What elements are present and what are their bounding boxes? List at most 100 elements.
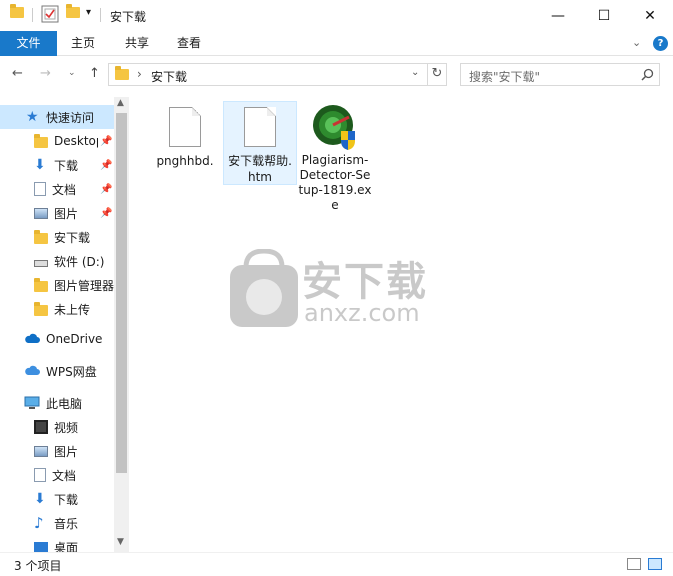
watermark-subtitle: anxz.com bbox=[304, 299, 420, 327]
desktop-icon bbox=[34, 542, 48, 552]
sidebar-item-label: 下载 bbox=[54, 158, 79, 173]
download-icon: ⬇ bbox=[34, 157, 46, 173]
sidebar-item-label: 未上传 bbox=[54, 302, 91, 317]
search-input[interactable]: 搜索"安下载" bbox=[469, 68, 540, 85]
collapse-ribbon-icon[interactable]: ⌄ bbox=[632, 36, 641, 49]
sidebar-item-label: 音乐 bbox=[54, 516, 79, 531]
tab-view[interactable]: 查看 bbox=[166, 31, 212, 56]
sidebar-item-wps-cloud[interactable]: WPS网盘 bbox=[0, 359, 114, 383]
sidebar-item-label: OneDrive bbox=[46, 332, 103, 346]
sidebar-item-label: 安下载 bbox=[54, 230, 91, 245]
back-arrow-icon[interactable]: ← bbox=[12, 66, 23, 81]
large-icons-view-icon[interactable] bbox=[648, 558, 662, 570]
cloud-icon bbox=[24, 332, 40, 346]
sidebar-item-pictures[interactable]: 图片 📌 bbox=[0, 201, 114, 225]
file-item[interactable]: pnghhbd. bbox=[148, 105, 222, 169]
sidebar-item-desktop[interactable]: Desktop 📌 bbox=[0, 129, 114, 153]
customize-toolbar-icon[interactable]: ▾ bbox=[86, 7, 91, 18]
sidebar-item-pictures-pc[interactable]: 图片 bbox=[0, 439, 114, 463]
folder-icon bbox=[34, 230, 48, 244]
address-dropdown-icon[interactable]: ⌄ bbox=[411, 67, 419, 78]
document-icon bbox=[34, 468, 46, 482]
file-name: pnghhbd. bbox=[156, 154, 214, 168]
address-bar[interactable]: › 安下载 ⌄ bbox=[108, 63, 428, 86]
folder-icon bbox=[34, 134, 48, 148]
maximize-button[interactable]: ☐ bbox=[581, 0, 627, 31]
sidebar-item-anxz[interactable]: 安下载 bbox=[0, 225, 114, 249]
pin-icon: 📌 bbox=[100, 207, 113, 219]
sidebar-item-downloads-pc[interactable]: ⬇ 下载 bbox=[0, 487, 114, 511]
sidebar-item-drive-d[interactable]: 软件 (D:) bbox=[0, 249, 114, 273]
wps-cloud-icon bbox=[24, 364, 40, 378]
minimize-button[interactable]: — bbox=[535, 0, 581, 31]
folder-icon bbox=[10, 4, 24, 18]
details-view-icon[interactable] bbox=[627, 558, 641, 570]
sidebar-item-label: 图片 bbox=[54, 206, 79, 221]
installer-icon bbox=[313, 105, 355, 150]
sidebar-item-quick-access[interactable]: ★ 快速访问 bbox=[0, 105, 114, 129]
properties-icon[interactable] bbox=[41, 5, 59, 23]
tab-share[interactable]: 共享 bbox=[114, 31, 160, 56]
sidebar-item-picture-manager[interactable]: 图片管理器 bbox=[0, 273, 114, 297]
sidebar-item-documents[interactable]: 文档 📌 bbox=[0, 177, 114, 201]
download-icon: ⬇ bbox=[34, 491, 46, 507]
sidebar-item-label: Desktop bbox=[54, 134, 98, 148]
shield-logo-icon bbox=[230, 249, 298, 327]
sidebar-item-onedrive[interactable]: OneDrive bbox=[0, 327, 114, 351]
sidebar-item-not-uploaded[interactable]: 未上传 bbox=[0, 297, 114, 321]
sidebar-item-label: 桌面 bbox=[54, 540, 79, 553]
sidebar-scrollbar[interactable]: ▲ ▼ bbox=[114, 97, 129, 552]
drive-icon bbox=[34, 259, 48, 267]
watermark: 安下载 anxz.com bbox=[228, 245, 448, 331]
up-arrow-icon[interactable]: ↑ bbox=[89, 66, 100, 81]
status-bar: 3 个项目 bbox=[0, 552, 673, 576]
tab-file[interactable]: 文件 bbox=[0, 31, 57, 56]
sidebar-item-downloads[interactable]: ⬇ 下载 📌 bbox=[0, 153, 114, 177]
picture-icon bbox=[34, 207, 48, 219]
pin-icon: 📌 bbox=[100, 159, 113, 171]
forward-arrow-icon[interactable]: → bbox=[40, 66, 51, 81]
blank-file-icon bbox=[244, 107, 276, 147]
breadcrumb-current[interactable]: 安下载 bbox=[151, 68, 187, 85]
scroll-down-icon[interactable]: ▼ bbox=[117, 537, 124, 547]
file-item[interactable]: Plagiarism-Detector-Setup-1819.exe bbox=[298, 103, 372, 213]
sidebar-item-desktop-pc[interactable]: 桌面 bbox=[0, 535, 114, 552]
picture-icon bbox=[34, 445, 48, 457]
ribbon: 文件 主页 共享 查看 ⌄ ? bbox=[0, 31, 673, 56]
refresh-button[interactable]: ↻ bbox=[427, 63, 447, 86]
window-title: 安下载 bbox=[110, 10, 147, 24]
computer-icon bbox=[24, 396, 40, 410]
new-folder-icon[interactable] bbox=[66, 4, 80, 18]
folder-icon bbox=[34, 278, 48, 292]
scroll-up-icon[interactable]: ▲ bbox=[117, 98, 124, 108]
pin-icon: 📌 bbox=[100, 135, 113, 147]
blank-file-icon bbox=[169, 107, 201, 147]
breadcrumb-separator: › bbox=[137, 67, 142, 81]
close-button[interactable]: ✕ bbox=[627, 0, 673, 31]
sidebar-item-music[interactable]: ♪ 音乐 bbox=[0, 511, 114, 535]
file-item-selected[interactable]: 安下载帮助.htm bbox=[223, 101, 297, 185]
pin-icon: 📌 bbox=[100, 183, 113, 195]
file-name: Plagiarism-Detector-Setup-1819.exe bbox=[298, 153, 372, 212]
sidebar-item-label: 文档 bbox=[52, 182, 77, 197]
scrollbar-thumb[interactable] bbox=[116, 113, 127, 473]
music-icon: ♪ bbox=[34, 514, 44, 532]
recent-locations-icon[interactable]: ⌄ bbox=[68, 68, 76, 78]
navigation-pane: ★ 快速访问 Desktop 📌 ⬇ 下载 📌 文档 📌 图片 📌 安下载 软件… bbox=[0, 97, 129, 552]
star-icon: ★ bbox=[26, 109, 39, 125]
sidebar-item-label: 下载 bbox=[54, 492, 79, 507]
item-count: 3 个项目 bbox=[14, 559, 62, 573]
sidebar-item-this-pc[interactable]: 此电脑 bbox=[0, 391, 114, 415]
folder-icon bbox=[34, 302, 48, 316]
sidebar-item-documents-pc[interactable]: 文档 bbox=[0, 463, 114, 487]
tab-home[interactable]: 主页 bbox=[60, 31, 106, 56]
sidebar-item-label: 快速访问 bbox=[46, 110, 95, 125]
search-icon[interactable] bbox=[641, 68, 654, 81]
folder-icon bbox=[115, 66, 129, 83]
document-icon bbox=[34, 182, 46, 196]
sidebar-item-label: 视频 bbox=[54, 420, 79, 435]
help-icon[interactable]: ? bbox=[653, 36, 668, 51]
sidebar-item-videos[interactable]: 视频 bbox=[0, 415, 114, 439]
search-box[interactable]: 搜索"安下载" bbox=[460, 63, 660, 86]
sidebar-item-label: 此电脑 bbox=[46, 396, 83, 411]
